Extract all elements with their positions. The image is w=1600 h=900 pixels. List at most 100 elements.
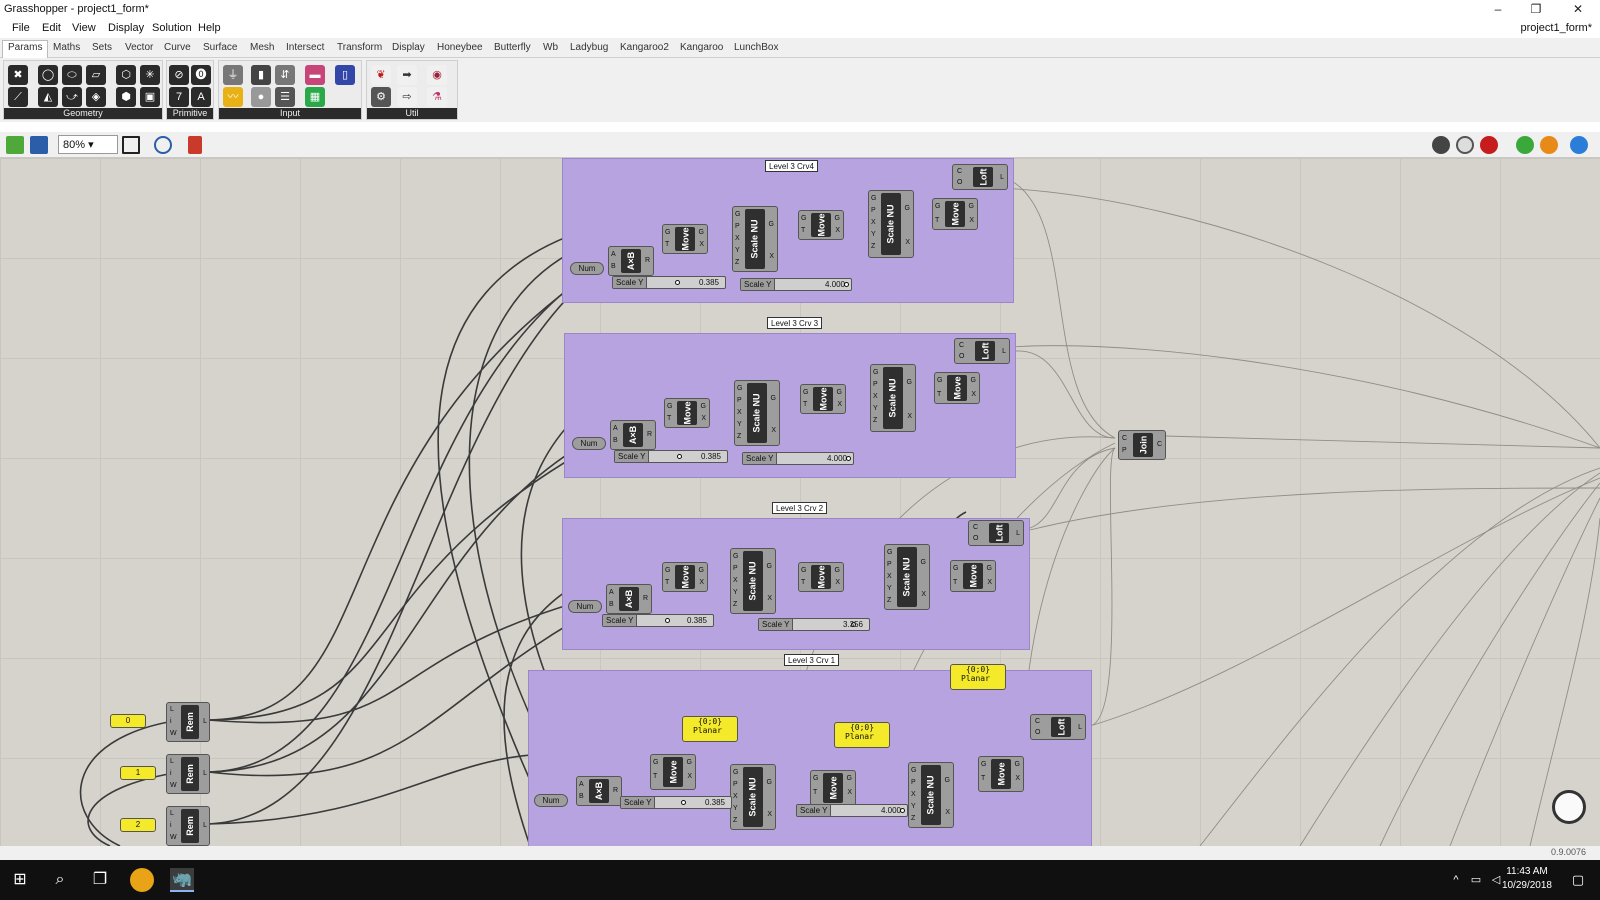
bake-icon[interactable]	[1516, 136, 1534, 154]
scale-nu-component[interactable]: GPXYZ Scale NU GX	[730, 764, 776, 830]
scale-nu-component[interactable]: GPXYZ Scale NU GX	[734, 380, 780, 446]
tab-wb[interactable]: Wb	[543, 42, 558, 53]
menu-view[interactable]: View	[72, 22, 96, 34]
multiply-component[interactable]: AB A×B R	[608, 246, 654, 276]
scale-y-slider[interactable]: Scale Y 4.000	[742, 452, 854, 465]
move-component[interactable]: GT Move GX	[978, 756, 1024, 792]
slider-knob[interactable]	[665, 618, 670, 623]
tab-honeybee[interactable]: Honeybee	[437, 42, 483, 53]
move-component[interactable]: GT Move GX	[932, 198, 978, 230]
move-component[interactable]: GT Move GX	[664, 398, 710, 428]
group-param-icon[interactable]: ▣	[140, 87, 160, 107]
tab-maths[interactable]: Maths	[53, 42, 80, 53]
tab-display[interactable]: Display	[392, 42, 425, 53]
num-param[interactable]: Num	[568, 600, 602, 613]
display-options-icon[interactable]	[1570, 136, 1588, 154]
scale-y-slider[interactable]: Scale Y 0.385	[620, 796, 732, 809]
tab-butterfly[interactable]: Butterfly	[494, 42, 531, 53]
scale-y-slider[interactable]: Scale Y 0.385	[602, 614, 714, 627]
scale-nu-component[interactable]: GPXYZ Scale NU GX	[732, 206, 778, 272]
slider-knob[interactable]	[681, 800, 686, 805]
chrome-icon[interactable]	[130, 868, 154, 892]
zoom-dropdown[interactable]: 80% ▾	[58, 135, 118, 154]
button-icon[interactable]: ▮	[251, 65, 271, 85]
recorder-icon[interactable]: ◉	[427, 65, 447, 85]
circle-param-icon[interactable]: ◯	[38, 65, 58, 85]
move-component[interactable]: GT Move GX	[650, 754, 696, 790]
menu-edit[interactable]: Edit	[42, 22, 61, 34]
plane-param-icon[interactable]: ◭	[38, 87, 58, 107]
restore-button[interactable]: ❐	[1518, 0, 1554, 20]
tab-transform[interactable]: Transform	[337, 42, 382, 53]
scale-y-slider[interactable]: Scale Y 0.385	[614, 450, 728, 463]
slider-knob[interactable]	[675, 280, 680, 285]
box-param-icon[interactable]: ◈	[86, 87, 106, 107]
rhino-icon[interactable]: 🦏	[170, 868, 194, 892]
cluster-icon[interactable]: ⚙	[371, 87, 391, 107]
clock[interactable]: 11:43 AM 10/29/2018	[1502, 865, 1552, 893]
move-component[interactable]: GT Move GX	[800, 384, 846, 414]
remove-component[interactable]: LiW Rem L	[166, 754, 210, 794]
preview-shaded-icon[interactable]	[1432, 136, 1450, 154]
scale-y-slider[interactable]: Scale Y 4.000	[740, 278, 852, 291]
move-component[interactable]: GT Move GX	[810, 770, 856, 806]
number-slider-icon[interactable]: ●	[251, 87, 271, 107]
material-icon[interactable]	[1540, 136, 1558, 154]
multiply-component[interactable]: AB A×B R	[610, 420, 656, 450]
move-component[interactable]: GT Move GX	[934, 372, 980, 404]
planar-curve-panel[interactable]: {0;0} Planar	[834, 722, 890, 748]
graph-mapper-icon[interactable]: 〰	[223, 87, 243, 107]
join-component[interactable]: CP Join C	[1118, 430, 1166, 460]
gradient-icon[interactable]: ▬	[305, 65, 325, 85]
text-param-icon[interactable]: A	[191, 87, 211, 107]
scale-nu-component[interactable]: GPXYZ Scale NU GX	[908, 762, 954, 828]
navigation-widget-icon[interactable]	[1552, 790, 1586, 824]
loft-component[interactable]: CO Loft L	[954, 338, 1010, 364]
canvas[interactable]: Level 3 Crv4 Num AB A×B R GT Move GX GPX…	[0, 158, 1600, 846]
tab-intersect[interactable]: Intersect	[286, 42, 324, 53]
scale-nu-component[interactable]: GPXYZ Scale NU GX	[884, 544, 930, 610]
preview-eye-icon[interactable]	[154, 136, 172, 154]
surface-param-icon[interactable]: ▱	[86, 65, 106, 85]
scale-y-slider[interactable]: Scale Y 0.385	[612, 276, 726, 289]
loft-component[interactable]: CO Loft L	[968, 520, 1024, 546]
scale-nu-component[interactable]: GPXYZ Scale NU GX	[730, 548, 776, 614]
task-view-icon[interactable]: ❐	[88, 868, 112, 892]
value-panel[interactable]: 2	[120, 818, 156, 832]
search-icon[interactable]: ⌕	[48, 868, 72, 892]
open-file-icon[interactable]	[6, 136, 24, 154]
notification-icon[interactable]: ▢	[1566, 868, 1590, 892]
loft-component[interactable]: CO Loft L	[1030, 714, 1086, 740]
slider-knob[interactable]	[677, 454, 682, 459]
tab-lunchbox[interactable]: LunchBox	[734, 42, 778, 53]
tab-surface[interactable]: Surface	[203, 42, 237, 53]
tab-vector[interactable]: Vector	[125, 42, 153, 53]
move-component[interactable]: GT Move GX	[798, 562, 844, 592]
num-param[interactable]: Num	[534, 794, 568, 807]
line-param-icon[interactable]: ⟋	[8, 87, 28, 107]
zoom-extents-icon[interactable]	[122, 136, 140, 154]
point-param-icon[interactable]: ✖	[8, 65, 28, 85]
menu-file[interactable]: File	[12, 22, 30, 34]
minimize-button[interactable]: –	[1480, 0, 1516, 20]
menu-help[interactable]: Help	[198, 22, 221, 34]
move-component[interactable]: GT Move GX	[798, 210, 844, 240]
multiply-component[interactable]: AB A×B R	[606, 584, 652, 614]
arrow-outline-icon[interactable]: ⇨	[397, 87, 417, 107]
windows-start-icon[interactable]: ⊞	[8, 868, 32, 892]
mesh-param-icon[interactable]: ✳	[140, 65, 160, 85]
preview-wire-icon[interactable]	[1456, 136, 1474, 154]
boolean-param-icon[interactable]: ⊘	[169, 65, 189, 85]
scale-nu-component[interactable]: GPXYZ Scale NU GX	[868, 190, 914, 258]
planar-curve-panel[interactable]: {0;0} Planar	[682, 716, 738, 742]
value-list-icon[interactable]: ☰	[275, 87, 295, 107]
arrow-right-icon[interactable]: ➡	[397, 65, 417, 85]
brep-param-icon[interactable]: ⬡	[116, 65, 136, 85]
num-param[interactable]: Num	[572, 437, 606, 450]
tab-params[interactable]: Params	[2, 40, 49, 58]
tab-curve[interactable]: Curve	[164, 42, 191, 53]
value-panel[interactable]: 1	[120, 766, 156, 780]
move-component[interactable]: GT Move GX	[662, 562, 708, 592]
integer-param-icon[interactable]: ⓿	[191, 65, 211, 85]
panel-icon[interactable]: ▯	[335, 65, 355, 85]
